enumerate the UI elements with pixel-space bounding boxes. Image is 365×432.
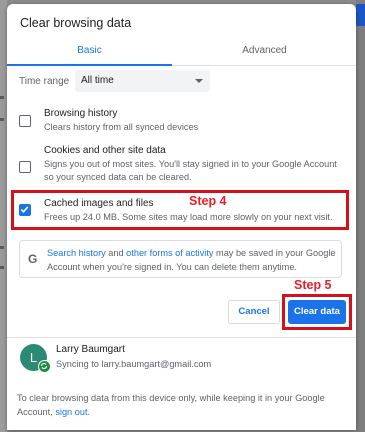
step4-highlight-box [11, 190, 349, 230]
background-left-edge [0, 0, 7, 432]
step4-annotation: Step 4 [189, 194, 227, 208]
browsing-history-title: Browsing history [44, 108, 118, 119]
sync-arrows-icon [40, 362, 48, 370]
time-range-value: All time [81, 75, 114, 86]
search-history-link[interactable]: Search history [47, 248, 106, 258]
background-mark [0, 96, 4, 99]
activity-info-box: G Search history and other forms of acti… [19, 240, 342, 278]
account-sync-status: Syncing to larry.baumgart@gmail.com [56, 359, 212, 369]
clear-browsing-data-dialog: Clear browsing data Basic Advanced Time … [7, 4, 356, 430]
browsing-history-checkbox[interactable] [19, 115, 31, 127]
sync-icon [38, 360, 51, 373]
tab-basic[interactable]: Basic [7, 38, 172, 65]
active-tab-indicator [7, 64, 172, 66]
background-mark [0, 266, 4, 269]
google-g-icon: G [28, 252, 38, 266]
background-right-edge [356, 0, 365, 432]
activity-info-text: Search history and other forms of activi… [47, 246, 341, 274]
tab-advanced[interactable]: Advanced [182, 38, 347, 65]
tab-bar: Basic Advanced [7, 38, 356, 66]
time-range-select[interactable]: All time [75, 70, 210, 92]
cancel-button[interactable]: Cancel [228, 300, 280, 324]
cookies-description: Signs you out of most sites. You'll stay… [44, 159, 337, 182]
account-name: Larry Baumgart [56, 344, 125, 355]
step5-annotation: Step 5 [294, 278, 332, 292]
dialog-title: Clear browsing data [20, 16, 132, 30]
background-mark [0, 118, 4, 121]
other-activity-link[interactable]: other forms of activity [126, 248, 213, 258]
sign-out-link[interactable]: sign out [55, 407, 87, 417]
info-text-part: and [105, 248, 127, 258]
background-mark [0, 246, 4, 249]
clear-data-button[interactable]: Clear data [288, 300, 346, 324]
dropdown-arrow-icon [195, 79, 203, 83]
cookies-title: Cookies and other site data [44, 145, 166, 156]
background-button [356, 4, 365, 26]
time-range-label: Time range [19, 76, 70, 87]
footer-text-end: . [87, 407, 91, 417]
divider [7, 337, 356, 338]
footer-text: To clear browsing data from this device … [17, 391, 347, 419]
cookies-checkbox[interactable] [19, 161, 31, 173]
browsing-history-description: Clears history from all synced devices [44, 122, 199, 132]
